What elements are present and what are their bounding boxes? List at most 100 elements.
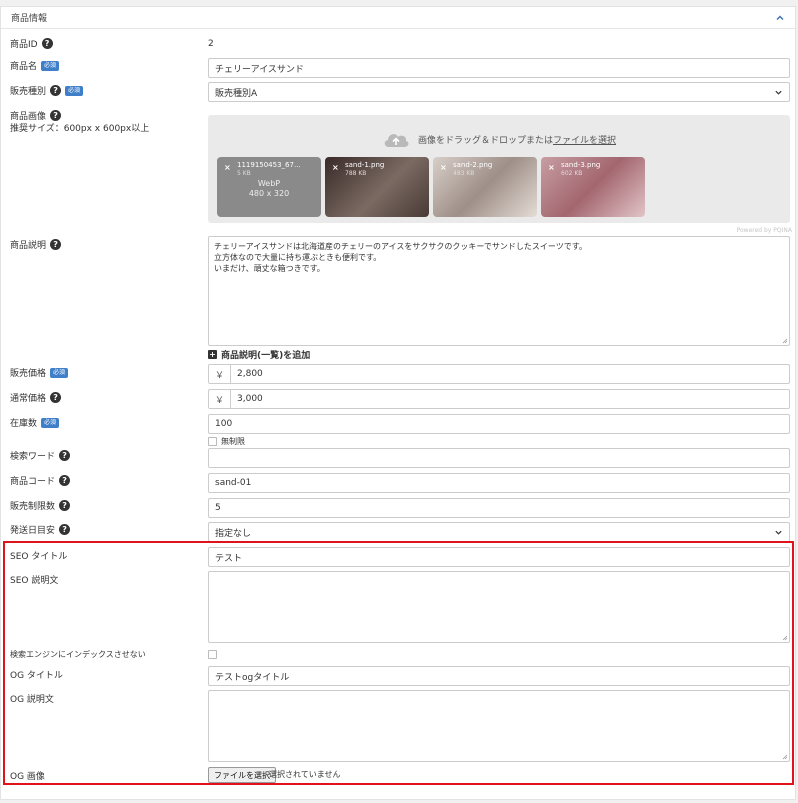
label-text: 販売種別 bbox=[10, 87, 47, 97]
powered-by-text: Powered by PQINA bbox=[736, 227, 792, 234]
thumb-name: 1119150453_67... bbox=[237, 161, 301, 169]
unlimited-label: 無制限 bbox=[221, 437, 245, 446]
help-icon[interactable]: ? bbox=[50, 392, 62, 403]
dropzone-text: 画像をドラッグ＆ドロップまたは bbox=[417, 135, 553, 146]
image-dropzone[interactable]: 画像をドラッグ＆ドロップまたはファイルを選択 × 1119150453_67..… bbox=[208, 115, 790, 223]
remove-icon[interactable]: × bbox=[548, 163, 555, 172]
chevron-down-icon bbox=[775, 90, 782, 95]
help-icon[interactable]: ? bbox=[59, 450, 71, 461]
label-text: SEO 説明文 bbox=[10, 576, 59, 586]
help-icon[interactable]: ? bbox=[50, 110, 62, 121]
label-og-title: OG タイトル bbox=[10, 668, 63, 681]
currency-addon: ￥ bbox=[209, 365, 231, 383]
input-value: 5 bbox=[215, 503, 221, 513]
label-sale-limit: 販売制限数 ? bbox=[10, 499, 71, 512]
choose-file-link[interactable]: ファイルを選択 bbox=[553, 136, 616, 146]
thumb-name: sand-1.png bbox=[345, 161, 385, 169]
label-text: 販売価格 bbox=[10, 369, 47, 379]
label-text: 販売制限数 bbox=[10, 502, 56, 512]
chevron-down-icon bbox=[775, 530, 782, 535]
seo-description-textarea[interactable] bbox=[208, 571, 790, 643]
card-header[interactable]: 商品情報 bbox=[1, 7, 795, 29]
label-seo-description: SEO 説明文 bbox=[10, 573, 58, 586]
description-textarea[interactable]: チェリーアイスサンドは北海道産のチェリーのアイスをサクサクのクッキーでサンドした… bbox=[208, 236, 790, 346]
label-text: 商品ID bbox=[10, 40, 38, 50]
input-value: sand-01 bbox=[215, 478, 252, 488]
label-product-name: 商品名 必須 bbox=[10, 59, 60, 72]
label-text: 発送日目安 bbox=[10, 526, 56, 536]
input-value: チェリーアイスサンド bbox=[215, 64, 304, 75]
search-word-input[interactable] bbox=[208, 448, 790, 468]
label-og-description: OG 説明文 bbox=[10, 692, 54, 705]
label-regular-price: 通常価格 ? bbox=[10, 391, 62, 404]
input-value: 3,000 bbox=[237, 394, 263, 404]
product-name-input[interactable]: チェリーアイスサンド bbox=[208, 58, 790, 78]
label-text: 通常価格 bbox=[10, 394, 47, 404]
input-value: 100 bbox=[215, 419, 233, 429]
help-icon[interactable]: ? bbox=[50, 85, 62, 96]
thumb-dims: 480 x 320 bbox=[248, 189, 290, 198]
thumb-preview-text: WebP 480 x 320 bbox=[217, 179, 321, 199]
required-badge: 必須 bbox=[41, 60, 60, 71]
image-thumb-2[interactable]: × sand-1.png 788 KB bbox=[325, 157, 429, 217]
og-image-choose-file-button[interactable]: ファイルを選択 bbox=[208, 767, 276, 783]
label-description: 商品説明 ? bbox=[10, 238, 62, 251]
required-badge: 必須 bbox=[41, 417, 60, 428]
label-text: 検索ワード bbox=[10, 452, 56, 462]
label-stock: 在庫数 必須 bbox=[10, 416, 60, 429]
regular-price-input[interactable]: ￥ 3,000 bbox=[208, 389, 790, 409]
image-thumb-3[interactable]: × sand-2.png 483 KB bbox=[433, 157, 537, 217]
input-value: テストogタイトル bbox=[215, 672, 290, 683]
input-value: テスト bbox=[215, 553, 243, 564]
label-sale-price: 販売価格 必須 bbox=[10, 366, 69, 379]
sale-price-input[interactable]: ￥ 2,800 bbox=[208, 364, 790, 384]
image-thumb-1[interactable]: × 1119150453_67... 5 KB WebP 480 x 320 bbox=[217, 157, 321, 217]
select-value: 指定なし bbox=[215, 528, 252, 539]
required-badge: 必須 bbox=[50, 367, 69, 378]
label-delivery-estimate: 発送日目安 ? bbox=[10, 523, 71, 536]
product-code-input[interactable]: sand-01 bbox=[208, 473, 790, 493]
label-product-id: 商品ID ? bbox=[10, 37, 53, 50]
resize-handle-icon[interactable] bbox=[782, 754, 788, 760]
help-icon[interactable]: ? bbox=[50, 239, 62, 250]
help-icon[interactable]: ? bbox=[59, 524, 71, 535]
resize-handle-icon[interactable] bbox=[782, 338, 788, 344]
help-icon[interactable]: ? bbox=[59, 500, 71, 511]
thumb-name: sand-3.png bbox=[561, 161, 601, 169]
thumb-size: 788 KB bbox=[345, 170, 367, 177]
remove-icon[interactable]: × bbox=[440, 163, 447, 172]
seo-title-input[interactable]: テスト bbox=[208, 547, 790, 567]
help-icon[interactable]: ? bbox=[41, 38, 53, 49]
unlimited-checkbox[interactable] bbox=[208, 437, 217, 446]
label-text: OG 画像 bbox=[10, 772, 45, 782]
label-product-code: 商品コード ? bbox=[10, 474, 71, 487]
thumb-size: 5 KB bbox=[237, 170, 251, 177]
thumb-format: WebP bbox=[257, 179, 281, 188]
label-search-word: 検索ワード ? bbox=[10, 449, 71, 462]
og-title-input[interactable]: テストogタイトル bbox=[208, 666, 790, 686]
sales-type-select[interactable]: 販売種別A bbox=[208, 82, 790, 102]
help-icon[interactable]: ? bbox=[59, 475, 71, 486]
add-list-description-label: 商品説明(一覧)を追加 bbox=[221, 351, 311, 361]
remove-icon[interactable]: × bbox=[332, 163, 339, 172]
og-description-textarea[interactable] bbox=[208, 690, 790, 762]
resize-handle-icon[interactable] bbox=[782, 635, 788, 641]
thumb-name: sand-2.png bbox=[453, 161, 493, 169]
label-text: 商品コード bbox=[10, 477, 56, 487]
add-list-description-button[interactable]: + 商品説明(一覧)を追加 bbox=[208, 348, 310, 361]
description-line: いまだけ、頑丈な箱つきです。 bbox=[214, 264, 325, 273]
label-text: 在庫数 bbox=[10, 419, 38, 429]
label-text: 検索エンジンにインデックスさせない bbox=[10, 650, 146, 659]
delivery-estimate-select[interactable]: 指定なし bbox=[208, 522, 790, 542]
noindex-checkbox[interactable] bbox=[208, 650, 217, 659]
stock-input[interactable]: 100 bbox=[208, 414, 790, 434]
thumb-size: 483 KB bbox=[453, 170, 475, 177]
label-seo-title: SEO タイトル bbox=[10, 549, 67, 562]
remove-icon[interactable]: × bbox=[224, 163, 231, 172]
label-sales-type: 販売種別 ? 必須 bbox=[10, 84, 84, 97]
chevron-up-icon[interactable] bbox=[775, 13, 785, 23]
image-size-hint: 推奨サイズ：600px x 600px以上 bbox=[10, 121, 149, 134]
card-title: 商品情報 bbox=[11, 14, 48, 24]
sale-limit-input[interactable]: 5 bbox=[208, 498, 790, 518]
image-thumb-4[interactable]: × sand-3.png 602 KB bbox=[541, 157, 645, 217]
